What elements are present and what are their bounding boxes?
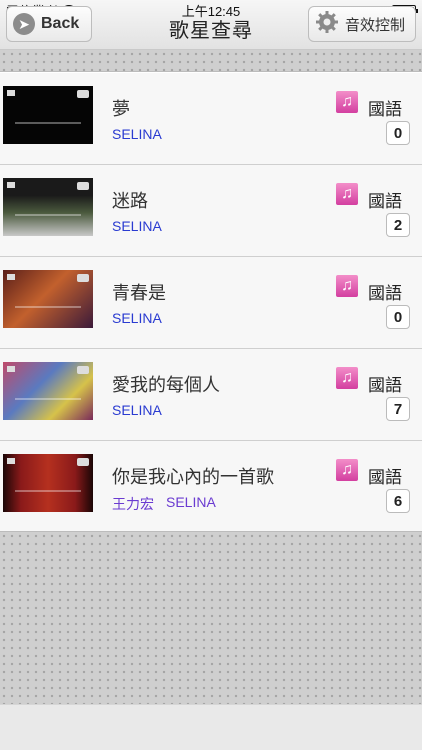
back-arrow-icon: ➤ [13,13,35,35]
language-label: 國語 [368,192,402,211]
gear-icon [315,10,339,38]
music-note-icon: ♫ [336,275,358,297]
artist-list: SELINA [112,310,162,326]
language-label: 國語 [368,100,402,119]
video-thumbnail [3,178,93,236]
music-note-icon: ♫ [336,183,358,205]
artist-link[interactable]: SELINA [112,310,162,326]
count-badge: 7 [386,397,410,421]
language-label: 國語 [368,284,402,303]
count-badge: 0 [386,121,410,145]
language-label: 國語 [368,376,402,395]
song-title: 愛我的每個人 [112,375,220,395]
sound-effect-button[interactable]: 音效控制 [308,6,416,42]
song-title: 青春是 [112,283,166,303]
back-button[interactable]: ➤ Back [6,6,92,42]
video-thumbnail [3,270,93,328]
video-thumbnail [3,86,93,144]
song-row[interactable]: 你是我心內的一首歌 王力宏 SELINA ♫ 國語 6 [0,441,422,533]
music-note-icon: ♫ [336,459,358,481]
video-thumbnail [3,454,93,512]
back-button-label: Back [41,15,80,32]
bottom-toolbar [0,704,422,750]
artist-list: SELINA [112,218,162,234]
artist-list: SELINA [112,402,162,418]
song-title: 夢 [112,99,130,119]
count-badge: 6 [386,489,410,513]
artist-link[interactable]: SELINA [166,494,216,514]
song-row[interactable]: 愛我的每個人 SELINA ♫ 國語 7 [0,349,422,441]
empty-background [0,531,422,704]
language-label: 國語 [368,468,402,487]
count-badge: 2 [386,213,410,237]
sound-effect-label: 音效控制 [345,16,406,34]
artist-list: SELINA [112,126,162,142]
song-title: 迷路 [112,191,148,211]
song-list: 夢 SELINA ♫ 國語 0 迷路 SELINA ♫ 國語 2 青春是 SEL… [0,73,422,533]
artist-link[interactable]: SELINA [112,402,162,418]
song-row[interactable]: 迷路 SELINA ♫ 國語 2 [0,165,422,257]
artist-link[interactable]: SELINA [112,126,162,142]
music-note-icon: ♫ [336,91,358,113]
song-title: 你是我心內的一首歌 [112,467,274,487]
music-note-icon: ♫ [336,367,358,389]
song-row[interactable]: 青春是 SELINA ♫ 國語 0 [0,257,422,349]
song-row[interactable]: 夢 SELINA ♫ 國語 0 [0,73,422,165]
artist-link[interactable]: 王力宏 [112,494,154,514]
count-badge: 0 [386,305,410,329]
artist-link[interactable]: SELINA [112,218,162,234]
pattern-strip [0,50,422,72]
video-thumbnail [3,362,93,420]
artist-list: 王力宏 SELINA [112,494,216,514]
